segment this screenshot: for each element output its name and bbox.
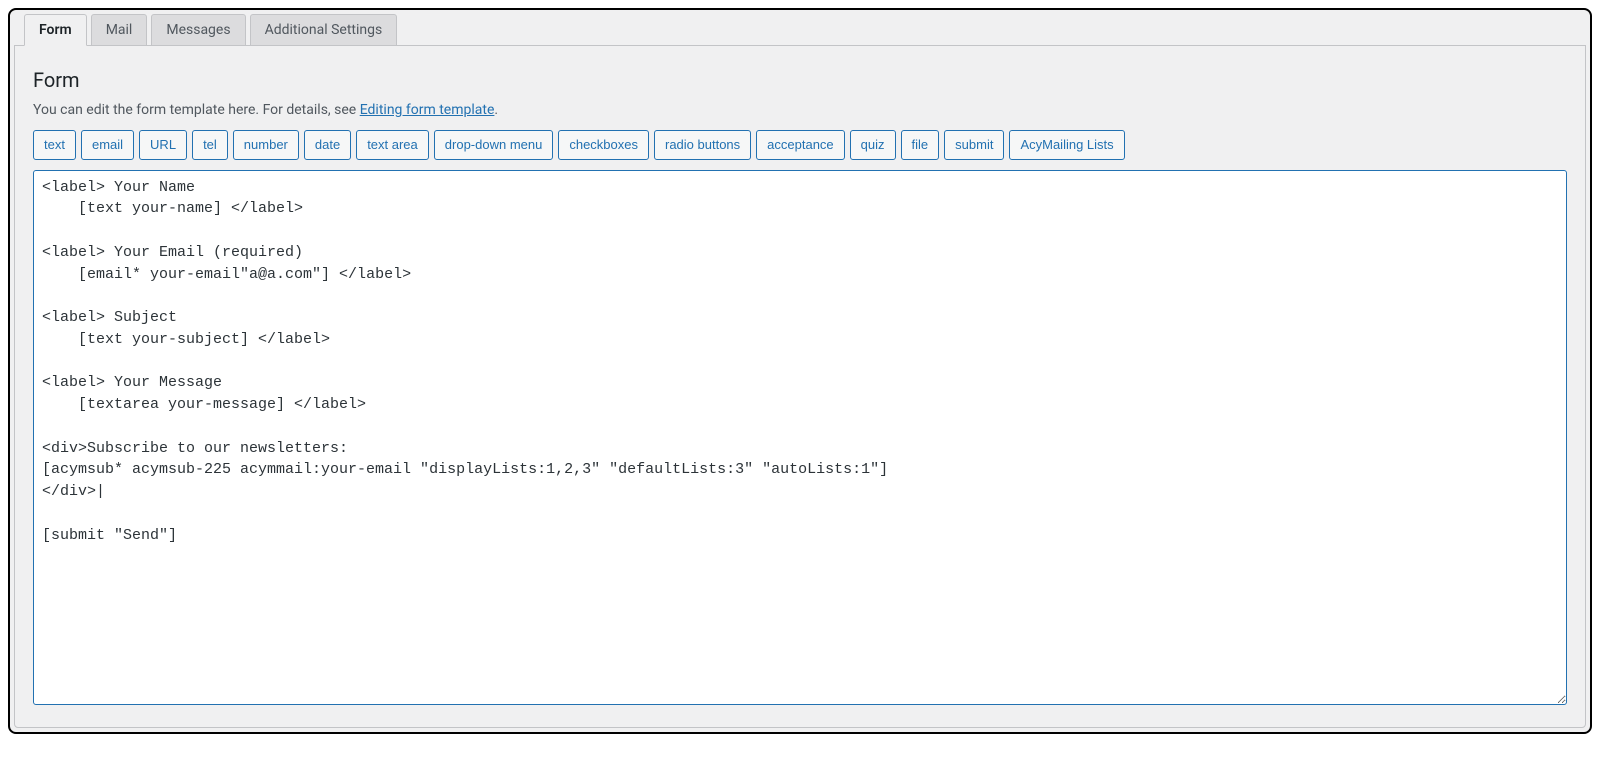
form-template-textarea[interactable] xyxy=(33,170,1567,705)
tab-mail[interactable]: Mail xyxy=(91,14,148,46)
tag-url-button[interactable]: URL xyxy=(139,130,187,160)
tag-text-button[interactable]: text xyxy=(33,130,76,160)
panel-description: You can edit the form template here. For… xyxy=(33,102,1567,118)
description-suffix: . xyxy=(494,102,498,118)
tab-form[interactable]: Form xyxy=(24,14,87,46)
tag-email-button[interactable]: email xyxy=(81,130,134,160)
tag-file-button[interactable]: file xyxy=(901,130,940,160)
tag-tel-button[interactable]: tel xyxy=(192,130,228,160)
tag-textarea-button[interactable]: text area xyxy=(356,130,429,160)
tag-dropdown-button[interactable]: drop-down menu xyxy=(434,130,554,160)
form-panel: Form You can edit the form template here… xyxy=(14,45,1586,728)
tag-radio-button[interactable]: radio buttons xyxy=(654,130,751,160)
tag-submit-button[interactable]: submit xyxy=(944,130,1004,160)
tag-checkboxes-button[interactable]: checkboxes xyxy=(558,130,649,160)
tag-number-button[interactable]: number xyxy=(233,130,299,160)
description-prefix: You can edit the form template here. For… xyxy=(33,102,360,118)
tab-bar: Form Mail Messages Additional Settings xyxy=(24,14,1586,46)
tab-messages[interactable]: Messages xyxy=(151,14,245,46)
panel-title: Form xyxy=(33,68,1567,92)
window-frame: Form Mail Messages Additional Settings F… xyxy=(8,8,1592,734)
tag-acceptance-button[interactable]: acceptance xyxy=(756,130,845,160)
editing-form-template-link[interactable]: Editing form template xyxy=(360,102,495,118)
tag-acymailing-button[interactable]: AcyMailing Lists xyxy=(1009,130,1124,160)
tab-additional-settings[interactable]: Additional Settings xyxy=(250,14,398,46)
tag-date-button[interactable]: date xyxy=(304,130,351,160)
tag-generator-row: text email URL tel number date text area… xyxy=(33,130,1567,160)
tag-quiz-button[interactable]: quiz xyxy=(850,130,896,160)
